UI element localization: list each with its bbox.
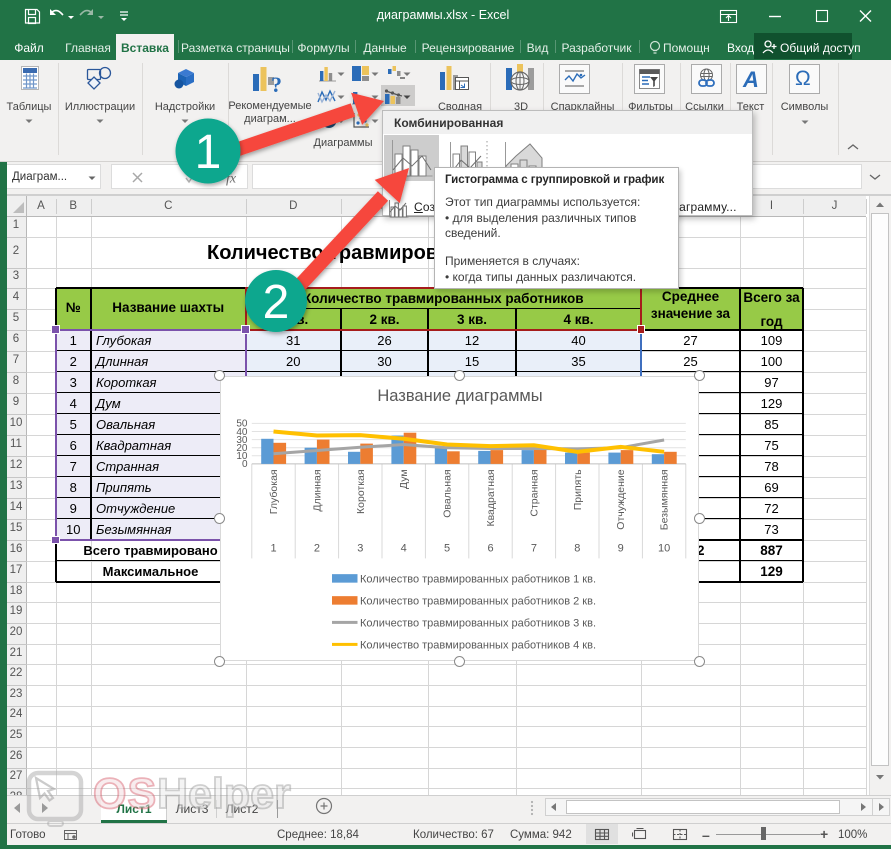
svg-text:Короткая: Короткая — [354, 469, 366, 514]
svg-text:Безымянная: Безымянная — [658, 469, 670, 530]
svg-text:6: 6 — [487, 542, 493, 554]
svg-text:Helper: Helper — [157, 770, 291, 818]
svg-text:3: 3 — [357, 542, 363, 554]
svg-text:?: ? — [271, 72, 282, 97]
svg-text:Отчуждение: Отчуждение — [615, 469, 627, 529]
svg-text:fx: fx — [226, 172, 237, 187]
svg-text:Глубокая: Глубокая — [268, 469, 280, 514]
svg-text:9: 9 — [617, 542, 623, 554]
svg-text:Дум: Дум — [398, 469, 410, 489]
svg-text:Овальная: Овальная — [441, 469, 453, 517]
svg-text:Количество травмированных рабо: Количество травмированных работников 3 к… — [360, 617, 596, 629]
svg-text:7: 7 — [530, 542, 536, 554]
svg-text:0: 0 — [241, 459, 247, 470]
svg-text:8: 8 — [574, 542, 580, 554]
svg-text:OS: OS — [93, 770, 157, 818]
svg-text:Количество травмированных рабо: Количество травмированных работников 1 к… — [360, 573, 596, 585]
svg-text:Странная: Странная — [528, 469, 540, 516]
svg-text:Длинная: Длинная — [311, 469, 323, 511]
svg-text:1: 1 — [270, 542, 276, 554]
svg-text:2: 2 — [313, 542, 319, 554]
svg-text:10: 10 — [657, 542, 669, 554]
svg-text:Припять: Припять — [571, 468, 583, 509]
svg-text:Количество травмированных рабо: Количество травмированных работников 2 к… — [360, 595, 596, 607]
svg-text:Квадратная: Квадратная — [485, 469, 497, 526]
svg-text:Количество травмированных рабо: Количество травмированных работников 4 к… — [360, 639, 596, 651]
svg-text:5: 5 — [444, 542, 450, 554]
svg-text:Название диаграммы: Название диаграммы — [377, 386, 542, 404]
svg-text:4: 4 — [400, 542, 406, 554]
